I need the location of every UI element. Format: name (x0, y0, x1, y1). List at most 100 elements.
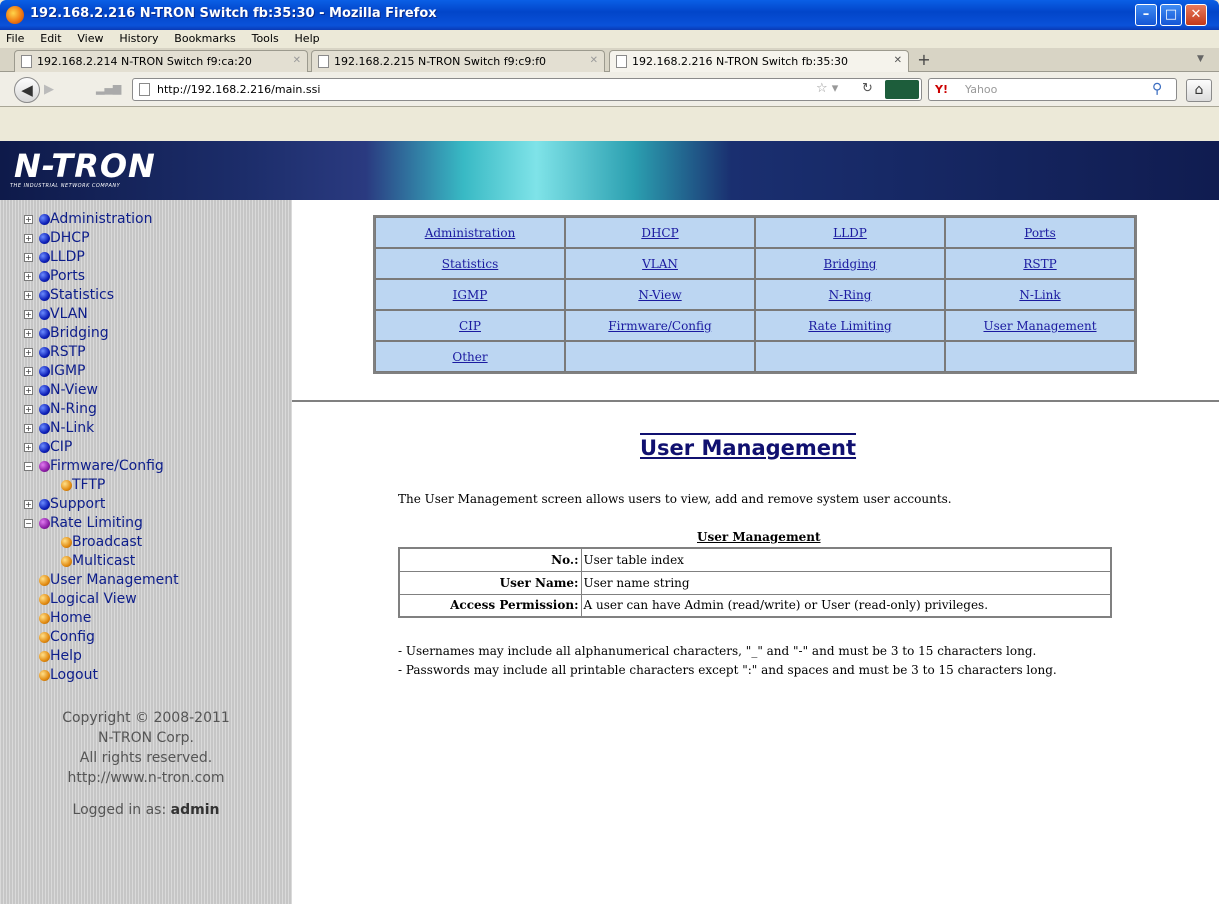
table-row: Access Permission: A user can have Admin… (398, 593, 1112, 618)
expand-toggle-icon[interactable]: + (24, 386, 33, 395)
nav-cell: N-Ring (755, 279, 945, 310)
expand-toggle-icon[interactable]: + (24, 443, 33, 452)
nav-link-bridging[interactable]: Bridging (823, 257, 876, 271)
row-value: A user can have Admin (read/write) or Us… (580, 593, 1112, 618)
sidebar-item-label[interactable]: Administration (50, 210, 152, 228)
tab-close-icon[interactable]: ✕ (894, 55, 902, 66)
sidebar-item-label[interactable]: TFTP (72, 476, 105, 494)
bullet-icon (39, 290, 50, 301)
nav-link-igmp[interactable]: IGMP (453, 288, 488, 302)
expand-toggle-icon[interactable]: + (24, 348, 33, 357)
close-button[interactable]: ✕ (1185, 4, 1207, 26)
menu-tools[interactable]: Tools (246, 30, 285, 47)
address-bar[interactable]: http://192.168.2.216/main.ssi ☆ ▾ ↻ (132, 78, 922, 101)
expand-toggle-icon[interactable]: + (24, 405, 33, 414)
yahoo-icon[interactable]: Y! (935, 83, 948, 96)
back-button[interactable]: ◀ (14, 77, 40, 103)
nav-link-rstp[interactable]: RSTP (1023, 257, 1056, 271)
logged-in-status: Logged in as: admin (0, 802, 292, 818)
menu-bookmarks[interactable]: Bookmarks (168, 30, 241, 47)
home-button[interactable]: ⌂ (1186, 79, 1212, 102)
expand-toggle-icon[interactable]: − (24, 462, 33, 471)
nav-cell: Firmware/Config (565, 310, 755, 341)
menu-view[interactable]: View (71, 30, 109, 47)
sidebar-item-label[interactable]: LLDP (50, 248, 85, 266)
search-icon[interactable]: ⚲ (1152, 81, 1162, 97)
sidebar-item-label[interactable]: Multicast (72, 552, 135, 570)
sidebar-item-label[interactable]: Ports (50, 267, 85, 285)
maximize-button[interactable]: □ (1160, 4, 1182, 26)
nav-link-cip[interactable]: CIP (459, 319, 481, 333)
bullet-icon (39, 518, 50, 529)
nav-link-ports[interactable]: Ports (1024, 226, 1056, 240)
menu-edit[interactable]: Edit (34, 30, 67, 47)
sidebar-item-label[interactable]: Config (50, 628, 95, 646)
sidebar-item-label[interactable]: N-Link (50, 419, 94, 437)
expand-toggle-icon[interactable]: + (24, 367, 33, 376)
notes: - Usernames may include all alphanumeric… (398, 642, 1057, 680)
nav-link-n-link[interactable]: N-Link (1019, 288, 1060, 302)
sidebar-item-label[interactable]: N-Ring (50, 400, 97, 418)
search-box[interactable]: Y! Yahoo ⚲ (928, 78, 1177, 101)
url-text[interactable]: http://192.168.2.216/main.ssi (157, 83, 320, 96)
nav-link-n-view[interactable]: N-View (638, 288, 681, 302)
sidebar-item-label[interactable]: Support (50, 495, 105, 513)
nav-link-user-management[interactable]: User Management (983, 319, 1096, 333)
nav-link-administration[interactable]: Administration (425, 226, 516, 240)
sidebar-item-label[interactable]: Statistics (50, 286, 114, 304)
nav-link-vlan[interactable]: VLAN (642, 257, 678, 271)
nav-link-rate-limiting[interactable]: Rate Limiting (808, 319, 891, 333)
row-value: User table index (580, 547, 1112, 572)
expand-toggle-icon[interactable]: + (24, 500, 33, 509)
menu-help[interactable]: Help (289, 30, 326, 47)
browser-tab[interactable]: 192.168.2.215 N-TRON Switch f9:c9:f0 ✕ (311, 50, 605, 72)
nav-link-n-ring[interactable]: N-Ring (829, 288, 872, 302)
section-nav-table: Administration DHCP LLDP Ports Statistics VLA… (373, 215, 1137, 374)
sidebar-item-label[interactable]: IGMP (50, 362, 86, 380)
tab-close-icon[interactable]: ✕ (590, 55, 598, 66)
sidebar-item-label[interactable]: DHCP (50, 229, 90, 247)
nav-cell: Bridging (755, 248, 945, 279)
sidebar-item-label[interactable]: Firmware/Config (50, 457, 164, 475)
sidebar-item-label[interactable]: Logical View (50, 590, 137, 608)
reload-icon[interactable]: ↻ (862, 81, 873, 96)
nav-link-lldp[interactable]: LLDP (833, 226, 867, 240)
sidebar-item-label[interactable]: RSTP (50, 343, 86, 361)
expand-toggle-icon[interactable]: + (24, 310, 33, 319)
sidebar-item-label[interactable]: Rate Limiting (50, 514, 143, 532)
expand-toggle-icon[interactable]: + (24, 215, 33, 224)
tab-list-chevron-icon[interactable]: ▼ (1197, 54, 1204, 64)
sidebar-item-label[interactable]: Broadcast (72, 533, 142, 551)
bookmark-star-icon[interactable]: ☆ ▾ (816, 81, 838, 96)
sidebar-item-label[interactable]: Logout (50, 666, 98, 684)
nav-cell: Rate Limiting (755, 310, 945, 341)
nav-link-firmware-config[interactable]: Firmware/Config (608, 319, 711, 333)
expand-toggle-icon[interactable]: + (24, 291, 33, 300)
expand-toggle-icon[interactable]: + (24, 272, 33, 281)
nav-link-dhcp[interactable]: DHCP (641, 226, 678, 240)
sidebar-item-label[interactable]: N-View (50, 381, 98, 399)
go-button[interactable] (885, 80, 919, 99)
sidebar-item-label[interactable]: Help (50, 647, 82, 665)
expand-toggle-icon[interactable]: + (24, 329, 33, 338)
expand-toggle-icon[interactable]: + (24, 424, 33, 433)
tab-close-icon[interactable]: ✕ (293, 55, 301, 66)
browser-tab[interactable]: 192.168.2.214 N-TRON Switch f9:ca:20 ✕ (14, 50, 308, 72)
sidebar-item-label[interactable]: CIP (50, 438, 72, 456)
browser-tab-active[interactable]: 192.168.2.216 N-TRON Switch fb:35:30 ✕ (609, 50, 909, 72)
expand-toggle-icon[interactable]: + (24, 253, 33, 262)
expand-toggle-icon[interactable]: + (24, 234, 33, 243)
forward-button[interactable]: ▶ (44, 82, 54, 97)
nav-link-other[interactable]: Other (452, 350, 487, 364)
new-tab-button[interactable]: + (913, 50, 935, 72)
nav-link-statistics[interactable]: Statistics (442, 257, 499, 271)
expand-toggle-icon[interactable]: − (24, 519, 33, 528)
menu-history[interactable]: History (113, 30, 164, 47)
sidebar-item-label[interactable]: VLAN (50, 305, 88, 323)
sidebar-item-label[interactable]: Bridging (50, 324, 109, 342)
nav-row: IGMP N-View N-Ring N-Link (375, 279, 1135, 310)
minimize-button[interactable]: – (1135, 4, 1157, 26)
menu-file[interactable]: File (0, 30, 30, 47)
sidebar-item-label[interactable]: Home (50, 609, 91, 627)
sidebar-item-label[interactable]: User Management (50, 571, 179, 589)
